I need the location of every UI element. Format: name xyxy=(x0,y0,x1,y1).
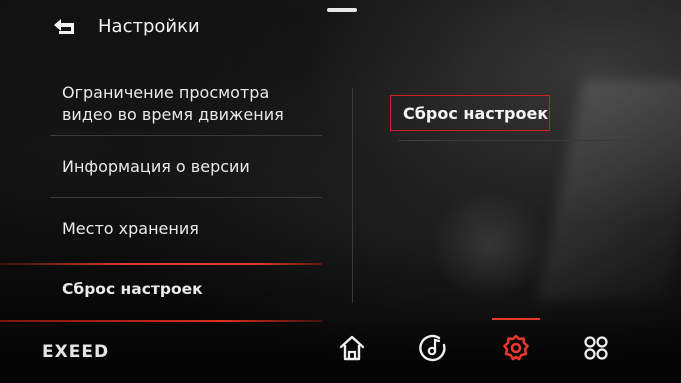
reset-settings-label: Сброс настроек xyxy=(403,103,549,123)
background-glare xyxy=(430,190,550,300)
settings-button[interactable] xyxy=(494,326,538,370)
menu-item-label: Место хранения xyxy=(62,219,199,238)
menu-item-label: видео во время движения xyxy=(62,105,284,124)
menu-item-storage[interactable]: Место хранения xyxy=(50,198,322,260)
page-title: Настройки xyxy=(98,16,200,37)
reset-settings-button[interactable]: Сброс настроек xyxy=(390,95,550,131)
menu-item-label: Информация о версии xyxy=(62,156,250,176)
home-icon xyxy=(339,335,365,361)
settings-gear-icon xyxy=(503,334,529,361)
home-button[interactable] xyxy=(330,326,374,370)
music-icon xyxy=(419,334,446,362)
brand-logo: EXEED xyxy=(42,342,110,362)
detail-divider xyxy=(398,140,664,141)
menu-item-video-restriction[interactable]: Ограничение просмотра видео во время дви… xyxy=(50,73,322,136)
menu-item-label: Сброс настроек xyxy=(62,280,203,298)
background-glare xyxy=(536,80,681,300)
apps-grid-icon xyxy=(584,336,608,360)
nav-active-indicator xyxy=(492,318,540,320)
back-button[interactable] xyxy=(48,14,82,40)
infotainment-screen: Настройки Ограничение просмотра видео во… xyxy=(0,0,681,383)
apps-button[interactable] xyxy=(574,326,618,370)
music-button[interactable] xyxy=(411,326,455,370)
active-item-highlight xyxy=(0,263,322,265)
settings-menu: Ограничение просмотра видео во время дви… xyxy=(50,73,322,318)
panel-divider xyxy=(352,88,353,303)
status-indicator xyxy=(327,8,357,12)
menu-item-reset-settings[interactable]: Сброс настроек xyxy=(50,260,322,318)
menu-item-version-info[interactable]: Информация о версии xyxy=(50,136,322,198)
menu-item-label: Ограничение просмотра xyxy=(62,83,270,102)
back-arrow-icon xyxy=(54,19,74,34)
